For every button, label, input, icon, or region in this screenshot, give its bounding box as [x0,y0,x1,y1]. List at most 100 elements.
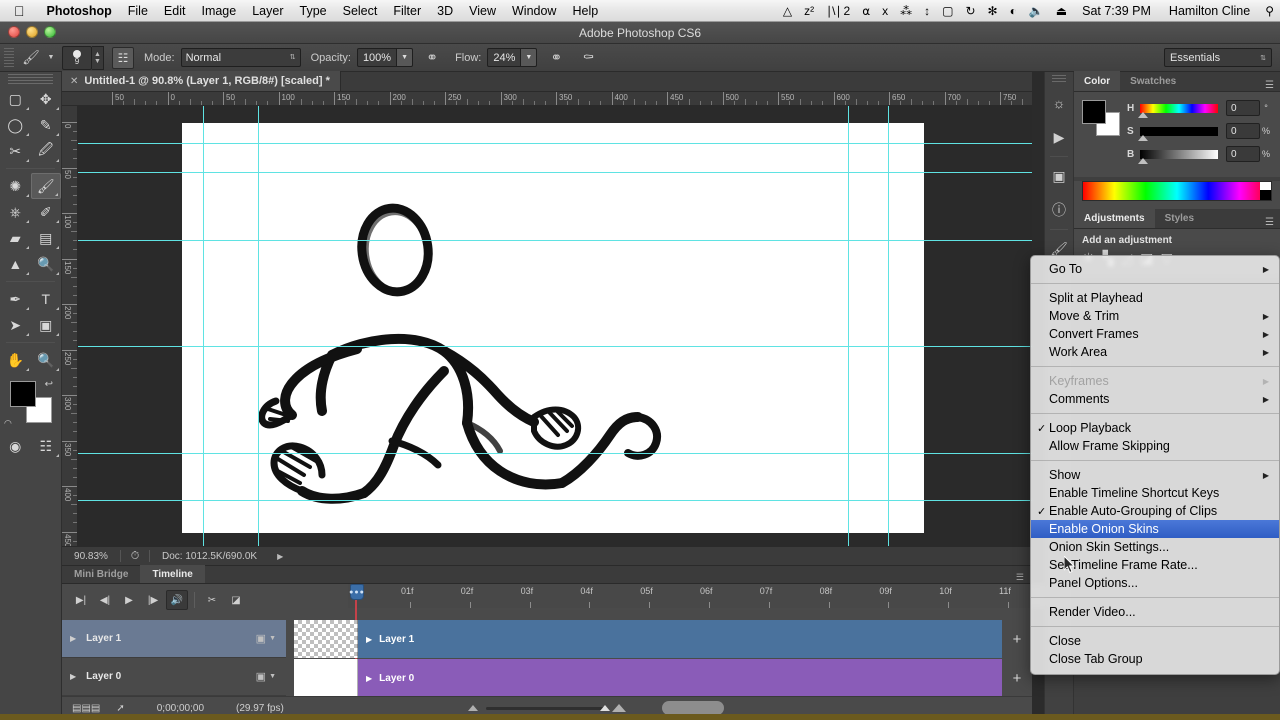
render-video-icon[interactable]: ➚ [116,703,124,714]
opacity-value[interactable]: 100% [356,48,398,67]
eraser-tool[interactable]: ▰ [0,225,31,251]
context-menu-item-close[interactable]: Close [1031,632,1279,650]
context-menu-item-split-at-playhead[interactable]: Split at Playhead [1031,289,1279,307]
expand-arrow-icon[interactable]: ▶ [269,552,291,561]
menu-filter[interactable]: Filter [385,4,429,18]
tab-timeline[interactable]: Timeline [140,565,205,583]
brush-preset-stepper[interactable]: ▲ ▼ [92,45,104,70]
context-menu-item-panel-options[interactable]: Panel Options... [1031,574,1279,592]
guide-vertical[interactable] [258,106,259,546]
adjustments-icon[interactable]: ▣ [1045,159,1073,193]
previous-frame-button[interactable]: ◀| [94,590,116,610]
brush-tool-icon[interactable]: 🖌 [18,47,44,69]
screen-mode-icon[interactable]: ☷ [31,433,62,459]
menu-view[interactable]: View [461,4,504,18]
context-menu-item-move-trim[interactable]: Move & Trim ▶ [1031,307,1279,325]
guide-vertical[interactable] [848,106,849,546]
quick-mask-icon[interactable]: ◉ [0,433,31,459]
quick-select-tool[interactable]: ✎ [31,112,62,138]
canvas-area[interactable] [78,106,1032,546]
swap-colors-icon[interactable]: ↩ [45,379,53,390]
zoom-tool[interactable]: 🔍 [31,347,62,373]
gradient-tool[interactable]: ▤ [31,225,62,251]
play-button[interactable]: ▶ [118,590,140,610]
tools-panel-grip[interactable] [8,74,53,84]
lasso-tool[interactable]: ◯ [0,112,31,138]
context-menu-item-onion-skin-settings[interactable]: Onion Skin Settings... [1031,538,1279,556]
dock-grip[interactable] [1052,75,1066,83]
info-icon[interactable]: ⓘ [1045,193,1073,227]
dodge-tool[interactable]: 🔍 [31,251,62,277]
stats-icon[interactable]: ⁂ [894,4,918,18]
convert-frames-icon[interactable]: ▤▤▤ [72,703,100,714]
brush-preset-picker[interactable]: ▼ [44,47,58,69]
menubar-clock[interactable]: Sat 7:39 PM [1073,4,1160,18]
type-tool[interactable]: T [31,286,62,312]
vertical-ruler[interactable]: 0 50 100 150 200 250 300 350 400 450 [62,106,78,546]
context-menu-item-close-tab-group[interactable]: Close Tab Group [1031,650,1279,668]
flow-dropdown-arrow[interactable]: ▼ [521,48,538,67]
alfred-icon[interactable]: ∣\∣ 2 [820,4,856,18]
menu-type[interactable]: Type [292,4,335,18]
foreground-color-swatch[interactable] [10,381,36,407]
zoom-slider-track[interactable] [486,706,606,710]
history-icon[interactable]: ☼ [1045,86,1073,120]
disclosure-triangle-icon[interactable]: ▶ [366,674,372,683]
search-icon[interactable]: ⚲ [1259,4,1280,18]
default-colors-icon[interactable]: ◠ [4,418,12,429]
zoom-out-icon[interactable] [468,705,478,711]
pressure-opacity-icon[interactable]: ⚭ [419,47,445,69]
black-swatch[interactable] [1260,190,1271,200]
flow-value[interactable]: 24% [487,48,522,67]
menu-photoshop[interactable]: Photoshop [39,4,120,18]
add-media-button-layer-0[interactable]: + [1006,659,1028,697]
healing-brush-tool[interactable]: ✺ [0,173,31,199]
timeline-ruler[interactable]: 01f 02f 03f 04f 05f 06f 07f 08f 09f 10f 11f [348,584,1064,608]
timeline-zoom-slider[interactable] [462,702,652,714]
color-spectrum-bar[interactable] [1082,181,1272,201]
saturation-slider[interactable] [1138,126,1218,141]
minimize-window-button[interactable] [26,26,38,38]
brush-panel-icon[interactable]: ☷ [112,46,134,69]
panel-menu-icon[interactable]: ☰ [1265,80,1280,91]
timeline-layer-row-layer-1[interactable]: ▶ Layer 1 ▣ ▼ [62,620,286,658]
audio-button[interactable]: 🔊 [166,590,188,610]
clone-stamp-tool[interactable]: ⎈ [0,199,31,225]
zoom-slider-knob[interactable] [600,705,610,711]
context-menu-item-enable-auto-grouping-of-clips[interactable]: ✓ Enable Auto-Grouping of Clips [1031,502,1279,520]
menu-edit[interactable]: Edit [156,4,194,18]
disclosure-triangle-icon[interactable]: ▶ [70,634,76,643]
panel-menu-icon[interactable]: ☰ [1265,217,1280,228]
disclosure-triangle-icon[interactable]: ▶ [70,672,76,681]
brush-tool[interactable]: 🖌 [30,173,61,199]
eject-icon[interactable]: ⏏ [1050,4,1073,18]
menubar-user[interactable]: Hamilton Cline [1160,4,1259,18]
context-menu-item-comments[interactable]: Comments ▶ [1031,390,1279,408]
sleep-icon[interactable]: z² [798,4,820,18]
location-icon[interactable]: ✻ [982,4,1004,18]
workspace-select[interactable]: Essentials ⇅ [1164,48,1272,67]
go-to-start-button[interactable]: ▶| [70,590,92,610]
marquee-tool[interactable]: ▢ [0,86,31,112]
hue-value[interactable]: 0 [1226,100,1260,116]
timeline-scrollbar[interactable] [662,701,724,715]
disclosure-triangle-icon[interactable]: ▶ [366,635,372,644]
tab-color[interactable]: Color [1074,71,1121,91]
brightness-slider[interactable] [1138,149,1218,164]
volume-icon[interactable]: 🔈 [1023,4,1050,18]
transition-button[interactable]: ◪ [225,590,247,610]
playhead-icon[interactable]: ●●● [349,584,364,600]
tab-adjustments[interactable]: Adjustments [1074,208,1155,228]
context-menu-item-allow-frame-skipping[interactable]: Allow Frame Skipping [1031,437,1279,455]
next-frame-button[interactable]: |▶ [142,590,164,610]
slider-thumb[interactable] [1138,111,1148,118]
blur-tool[interactable]: ▲ [0,251,31,277]
crop-tool[interactable]: ✂ [0,138,31,164]
close-window-button[interactable] [8,26,20,38]
menu-image[interactable]: Image [193,4,244,18]
wifi-icon[interactable]: ◐ [1004,4,1023,18]
actions-play-icon[interactable]: ▶ [1045,120,1073,154]
brush-size-preview[interactable]: 9 [62,45,92,70]
timemachine-icon[interactable]: ↻ [959,4,981,18]
timing-icon[interactable]: ⏱ [121,550,149,563]
